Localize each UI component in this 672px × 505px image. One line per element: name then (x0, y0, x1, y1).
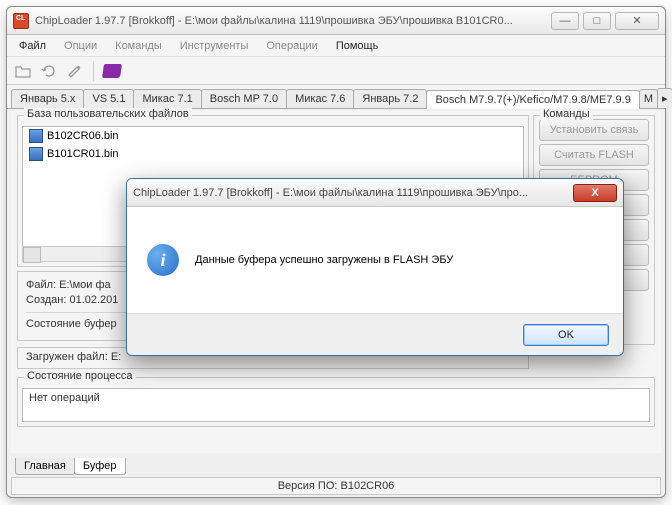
titlebar[interactable]: ChipLoader 1.97.7 [Brokkoff] - E:\мои фа… (7, 7, 665, 35)
window-buttons: — □ ✕ (551, 12, 659, 30)
dialog-title: ChipLoader 1.97.7 [Brokkoff] - E:\мои фа… (133, 187, 573, 199)
process-text: Нет операций (29, 392, 100, 404)
menu-file[interactable]: Файл (11, 38, 54, 54)
tab-bosch797[interactable]: Bosch M7.9.7(+)/Kefico/M7.9.8/ME7.9.9 (426, 90, 639, 109)
window-title: ChipLoader 1.97.7 [Brokkoff] - E:\мои фа… (35, 15, 551, 27)
dialog-message: Данные буфера успешно загружены в FLASH … (195, 254, 453, 266)
loaded-file-text: Загружен файл: E: (26, 351, 121, 363)
app-icon (13, 13, 29, 29)
status-text: Версия ПО: B102CR06 (278, 480, 395, 492)
statusbar: Версия ПО: B102CR06 (11, 477, 661, 495)
bottom-tabs: Главная Буфер (15, 458, 125, 475)
tool-help-icon[interactable] (102, 61, 122, 81)
tabs-more-icon[interactable]: ▸ (657, 88, 672, 108)
bottom-tab-buffer[interactable]: Буфер (74, 458, 126, 475)
tool-settings-icon[interactable] (65, 61, 85, 81)
toolbar (7, 57, 665, 85)
info-icon: i (147, 244, 179, 276)
tab-january5x[interactable]: Январь 5.x (11, 89, 84, 108)
bin-file-icon (29, 129, 43, 143)
dialog-titlebar[interactable]: ChipLoader 1.97.7 [Brokkoff] - E:\мои фа… (127, 179, 623, 207)
tab-january72[interactable]: Январь 7.2 (353, 89, 427, 108)
ecu-tabs: Январь 5.x VS 5.1 Микас 7.1 Bosch MP 7.0… (7, 85, 665, 109)
tab-vs51[interactable]: VS 5.1 (83, 89, 134, 108)
minimize-button[interactable]: — (551, 12, 579, 30)
file-name: B102CR06.bin (47, 130, 119, 142)
bottom-tab-main[interactable]: Главная (15, 458, 75, 475)
file-name: B101CR01.bin (47, 148, 119, 160)
bin-file-icon (29, 147, 43, 161)
process-group: Состояние процесса Нет операций (17, 377, 655, 427)
user-files-label: База пользовательских файлов (24, 108, 192, 120)
menu-help[interactable]: Помощь (328, 38, 387, 54)
connect-button[interactable]: Установить связь (539, 119, 649, 141)
tab-mikas76[interactable]: Микас 7.6 (286, 89, 354, 108)
toolbar-separator (93, 61, 94, 81)
list-item[interactable]: B102CR06.bin (23, 127, 523, 145)
maximize-button[interactable]: □ (583, 12, 611, 30)
commands-label: Команды (540, 108, 593, 120)
process-log: Нет операций (22, 388, 650, 422)
tab-m[interactable]: M (639, 89, 658, 108)
menu-tools[interactable]: Инструменты (172, 38, 257, 54)
menu-commands[interactable]: Команды (107, 38, 170, 54)
ok-button[interactable]: OK (523, 324, 609, 346)
tab-boschmp70[interactable]: Bosch MP 7.0 (201, 89, 287, 108)
close-button[interactable]: ✕ (615, 12, 659, 30)
info-dialog: ChipLoader 1.97.7 [Brokkoff] - E:\мои фа… (126, 178, 624, 356)
dialog-close-button[interactable]: X (573, 184, 617, 202)
tool-open-icon[interactable] (13, 61, 33, 81)
menu-operations[interactable]: Операции (258, 38, 325, 54)
dialog-body: i Данные буфера успешно загружены в FLAS… (127, 207, 623, 313)
tab-mikas71[interactable]: Микас 7.1 (133, 89, 201, 108)
process-label: Состояние процесса (24, 370, 136, 382)
menu-options[interactable]: Опции (56, 38, 105, 54)
list-item[interactable]: B101CR01.bin (23, 145, 523, 163)
tool-refresh-icon[interactable] (39, 61, 59, 81)
menubar: Файл Опции Команды Инструменты Операции … (7, 35, 665, 57)
dialog-footer: OK (127, 313, 623, 355)
read-flash-button[interactable]: Считать FLASH (539, 144, 649, 166)
